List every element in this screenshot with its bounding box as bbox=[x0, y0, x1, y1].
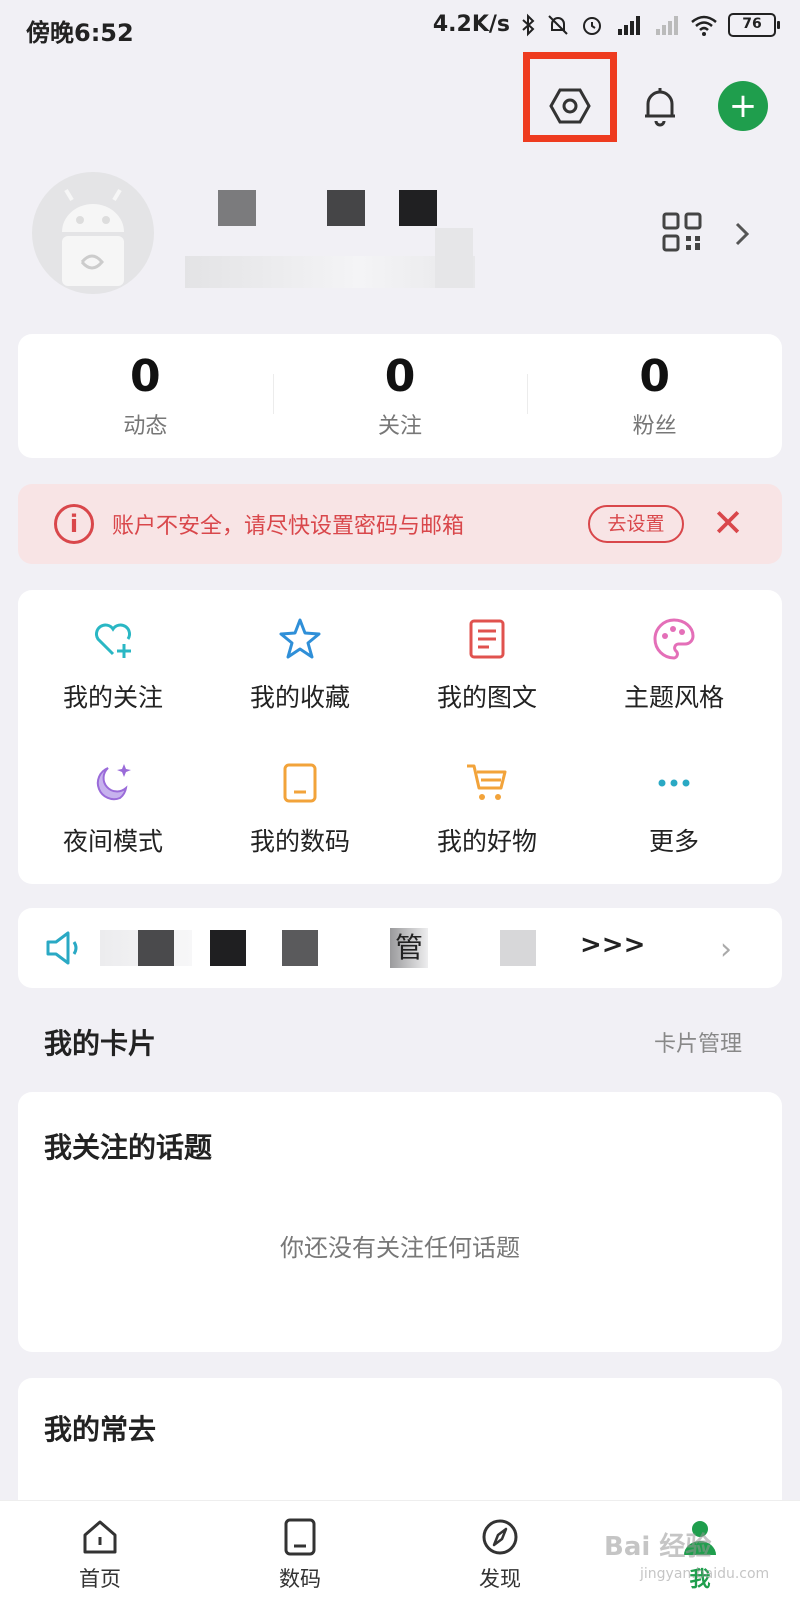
menu-label: 我的关注 bbox=[62, 683, 163, 712]
qr-code-button[interactable] bbox=[660, 210, 704, 254]
more-icon bbox=[649, 758, 699, 808]
stat-label: 关注 bbox=[378, 414, 423, 439]
status-bar: 傍晚6:52 4.2K/s 76 bbox=[0, 0, 800, 56]
announcement-partial-text: 管 bbox=[390, 928, 428, 968]
signal-hd-icon bbox=[618, 15, 640, 35]
stat-label: 粉丝 bbox=[632, 414, 677, 439]
menu-my-goods[interactable]: 我的好物 bbox=[392, 734, 582, 874]
menu-my-posts[interactable]: 我的图文 bbox=[392, 590, 582, 730]
menu-theme[interactable]: 主题风格 bbox=[579, 590, 769, 730]
stat-label: 动态 bbox=[123, 414, 168, 439]
battery-icon: 76 bbox=[728, 12, 780, 37]
tablet-icon bbox=[284, 1518, 316, 1556]
menu-my-digital[interactable]: 我的数码 bbox=[205, 734, 395, 874]
menu-label: 夜间模式 bbox=[62, 827, 163, 856]
add-button[interactable]: + bbox=[718, 81, 768, 131]
moon-icon bbox=[88, 758, 138, 808]
menu-label: 主题风格 bbox=[623, 683, 724, 712]
watermark-url: jingyan.baidu.com bbox=[640, 1566, 770, 1582]
stat-posts[interactable]: 0 动态 bbox=[18, 334, 273, 458]
announcement-arrows: >>> bbox=[580, 930, 646, 960]
bell-icon bbox=[645, 88, 675, 127]
chevron-right-icon bbox=[735, 222, 750, 246]
wifi-icon bbox=[691, 15, 717, 36]
announcement-bar[interactable]: 管 bbox=[18, 908, 782, 988]
go-settings-button[interactable]: 去设置 bbox=[588, 505, 684, 543]
menu-more[interactable]: 更多 bbox=[579, 734, 769, 874]
nav-label: 首页 bbox=[79, 1567, 121, 1591]
menu-my-follows[interactable]: 我的关注 bbox=[18, 590, 208, 730]
signal-icon bbox=[656, 15, 678, 35]
chevron-right-icon[interactable]: › bbox=[720, 932, 732, 967]
stats-card: 0 动态 0 关注 0 粉丝 bbox=[18, 334, 782, 458]
mute-bell-icon bbox=[548, 14, 568, 35]
palette-icon bbox=[649, 614, 699, 664]
heart-plus-icon bbox=[88, 614, 138, 664]
notifications-button[interactable] bbox=[630, 76, 690, 136]
menu-my-favorites[interactable]: 我的收藏 bbox=[205, 590, 395, 730]
watermark: Bai 经验 bbox=[604, 1532, 712, 1562]
stat-value: 0 bbox=[384, 351, 416, 402]
tablet-icon bbox=[275, 758, 325, 808]
cart-icon bbox=[462, 758, 512, 808]
stat-value: 0 bbox=[639, 351, 670, 402]
star-icon bbox=[275, 614, 325, 664]
card-manage-link[interactable]: 卡片管理 bbox=[654, 1026, 742, 1058]
avatar[interactable] bbox=[32, 172, 154, 294]
nav-discover[interactable]: 发现 bbox=[400, 1501, 600, 1600]
announcement-redacted: 管 bbox=[100, 928, 570, 968]
status-time: 傍晚6:52 bbox=[26, 19, 134, 47]
profile-chevron-button[interactable] bbox=[728, 216, 756, 252]
bluetooth-icon bbox=[522, 13, 535, 36]
section-title: 我的卡片 bbox=[44, 1027, 157, 1060]
speaker-icon bbox=[46, 931, 78, 965]
menu-label: 我的数码 bbox=[249, 827, 350, 856]
nav-home[interactable]: 首页 bbox=[0, 1501, 200, 1600]
settings-hexagon-icon bbox=[549, 88, 591, 124]
nav-label: 发现 bbox=[479, 1567, 521, 1591]
home-icon bbox=[83, 1520, 117, 1554]
frequent-card bbox=[18, 1378, 782, 1518]
username-redacted bbox=[185, 190, 485, 300]
compass-icon bbox=[482, 1519, 518, 1555]
close-icon[interactable]: ✕ bbox=[710, 504, 746, 542]
menu-label: 更多 bbox=[648, 827, 699, 856]
plus-icon: + bbox=[728, 86, 758, 126]
stat-value: 0 bbox=[130, 351, 161, 402]
alarm-icon bbox=[583, 16, 601, 35]
status-indicators: 4.2K/s 76 bbox=[432, 12, 780, 37]
feature-grid: 我的关注 我的收藏 我的图文 主题风格 夜间模式 我的数码 我的好物 更多 bbox=[18, 590, 782, 884]
stat-followers[interactable]: 0 粉丝 bbox=[527, 334, 782, 458]
network-speed: 4.2K/s bbox=[432, 12, 510, 37]
topics-empty-text: 你还没有关注任何话题 bbox=[280, 1234, 520, 1262]
menu-label: 我的好物 bbox=[436, 827, 537, 856]
nav-label: 数码 bbox=[279, 1567, 321, 1591]
settings-button[interactable] bbox=[540, 76, 600, 136]
frequent-title: 我的常去 bbox=[44, 1413, 157, 1446]
topics-title: 我关注的话题 bbox=[44, 1131, 213, 1164]
qr-code-icon bbox=[662, 212, 702, 252]
warning-text: 账户不安全，请尽快设置密码与邮箱 bbox=[112, 514, 465, 539]
menu-label: 我的收藏 bbox=[249, 683, 350, 712]
stat-following[interactable]: 0 关注 bbox=[272, 334, 528, 458]
menu-night-mode[interactable]: 夜间模式 bbox=[18, 734, 208, 874]
info-icon: i bbox=[54, 504, 94, 544]
document-icon bbox=[462, 614, 512, 664]
nav-digital[interactable]: 数码 bbox=[200, 1501, 400, 1600]
menu-label: 我的图文 bbox=[436, 683, 537, 712]
android-avatar-icon bbox=[62, 188, 124, 286]
